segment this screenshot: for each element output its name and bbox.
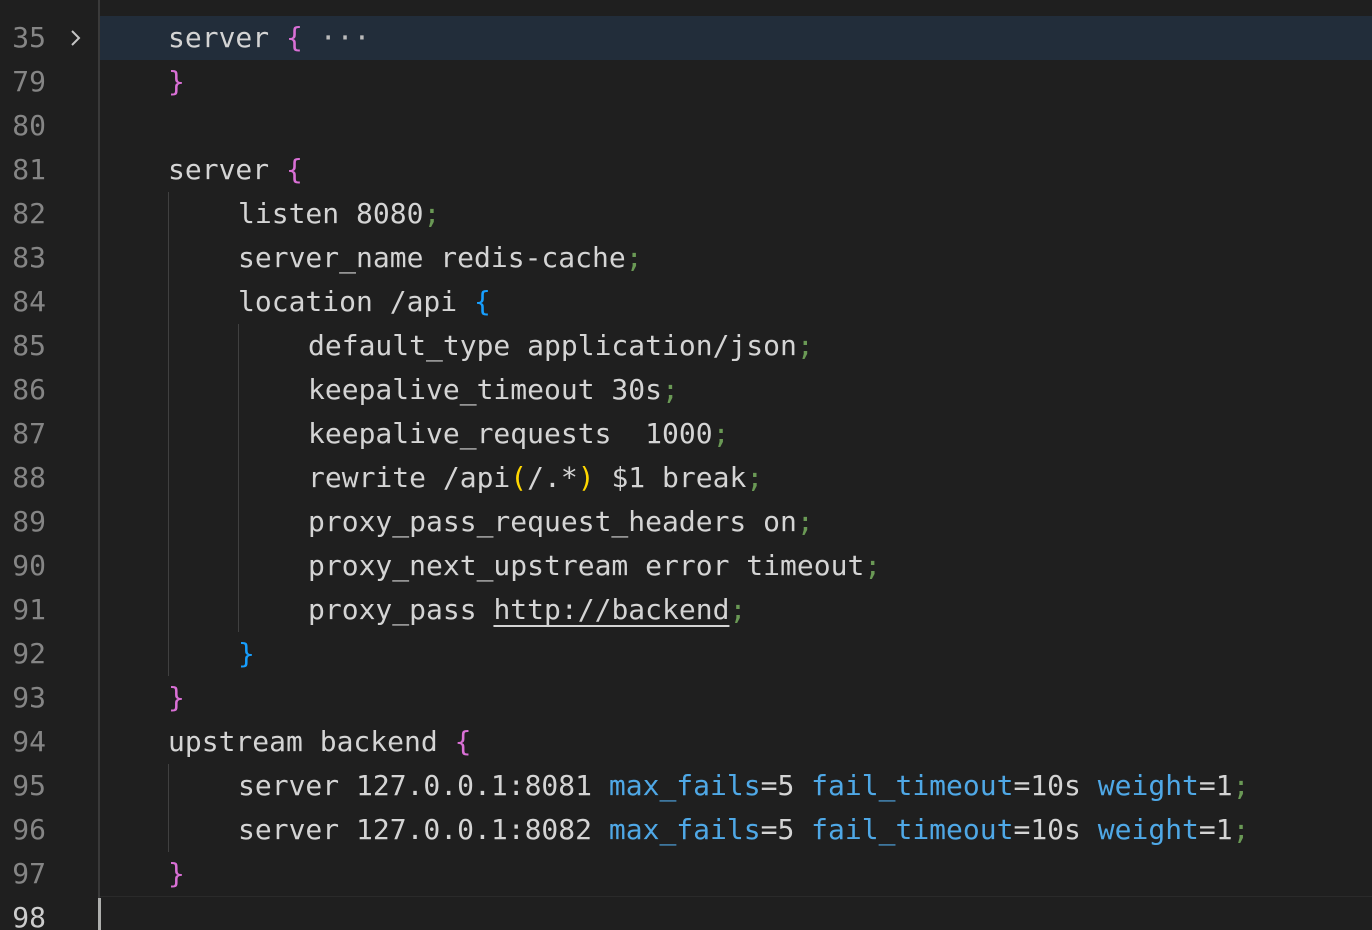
directive: server (168, 21, 287, 54)
code-line-80[interactable]: 80 (0, 104, 1372, 148)
directive: keepalive_timeout 30s (308, 373, 663, 406)
directive: server 127.0.0.1:8081 (238, 769, 609, 802)
code-line-91[interactable]: 91 proxy_pass http://backend; (0, 588, 1372, 632)
open-brace: { (454, 725, 472, 758)
semicolon: ; (746, 461, 764, 494)
directive: keepalive_requests 1000 (308, 417, 713, 450)
code-line-85[interactable]: 85 default_type application/json; (0, 324, 1372, 368)
code-line-88[interactable]: 88 rewrite /api(/.*) $1 break; (0, 456, 1372, 500)
param-name: max_fails (608, 813, 761, 846)
param-name: weight (1097, 769, 1199, 802)
chevron-right-icon[interactable] (64, 16, 88, 60)
semicolon: ; (1232, 813, 1250, 846)
param-name: fail_timeout (811, 813, 1014, 846)
line-number: 94 (12, 725, 46, 758)
param-value: =5 (760, 813, 812, 846)
semicolon: ; (662, 373, 679, 406)
param-value: =1 (1198, 769, 1233, 802)
line-number: 82 (12, 197, 46, 230)
semicolon: ; (864, 549, 882, 582)
semicolon: ; (729, 593, 747, 626)
code-line-98[interactable]: 98 (0, 896, 1372, 930)
param-name: weight (1097, 813, 1199, 846)
url-link[interactable]: http://backend (493, 593, 729, 626)
code-line-97[interactable]: 97 } (0, 852, 1372, 896)
line-number: 90 (12, 549, 46, 582)
line-number: 96 (12, 813, 46, 846)
directive: location /api (238, 285, 475, 318)
code-line-94[interactable]: 94 upstream backend { (0, 720, 1372, 764)
directive: proxy_pass_request_headers on (308, 505, 797, 538)
line-number: 79 (12, 65, 46, 98)
line-number: 87 (12, 417, 46, 450)
code-editor[interactable]: 35 server { ··· 79 } 80 81 server { 82 l… (0, 0, 1372, 930)
code-line-86[interactable]: 86 keepalive_timeout 30s; (0, 368, 1372, 412)
code-line-83[interactable]: 83 server_name redis-cache; (0, 236, 1372, 280)
code-line-82[interactable]: 82 listen 8080; (0, 192, 1372, 236)
regex: /.* (527, 461, 578, 494)
code-line-87[interactable]: 87 keepalive_requests 1000; (0, 412, 1372, 456)
text-cursor (98, 898, 101, 930)
code-line-79[interactable]: 79 } (0, 60, 1372, 104)
directive: rewrite /api (308, 461, 511, 494)
directive: listen 8080 (238, 197, 424, 230)
close-brace: } (238, 637, 255, 670)
directive: proxy_next_upstream error timeout (308, 549, 865, 582)
line-number: 83 (12, 241, 46, 274)
param-name: fail_timeout (811, 769, 1014, 802)
code-line-90[interactable]: 90 proxy_next_upstream error timeout; (0, 544, 1372, 588)
semicolon: ; (712, 417, 730, 450)
param-value: =10s (1013, 769, 1098, 802)
code-line-93[interactable]: 93 } (0, 676, 1372, 720)
close-brace: } (168, 65, 185, 98)
code-line-81[interactable]: 81 server { (0, 148, 1372, 192)
directive: proxy_pass (308, 593, 494, 626)
code-line-92[interactable]: 92 } (0, 632, 1372, 676)
param-value: =5 (760, 769, 812, 802)
param-name: max_fails (608, 769, 761, 802)
code-line-96[interactable]: 96 server 127.0.0.1:8082 max_fails=5 fai… (0, 808, 1372, 852)
semicolon: ; (423, 197, 441, 230)
line-number: 89 (12, 505, 46, 538)
directive: server_name redis-cache (238, 241, 626, 274)
open-brace: { (286, 153, 303, 186)
rewrite-target: $1 break (594, 461, 747, 494)
line-number: 35 (12, 21, 46, 54)
open-brace: { (474, 285, 491, 318)
line-number: 86 (12, 373, 46, 406)
param-value: =10s (1013, 813, 1098, 846)
code-line-95[interactable]: 95 server 127.0.0.1:8081 max_fails=5 fai… (0, 764, 1372, 808)
directive: default_type application/json (308, 329, 797, 362)
directive: server 127.0.0.1:8082 (238, 813, 609, 846)
close-brace: } (168, 681, 185, 714)
line-number: 91 (12, 593, 46, 626)
line-number: 81 (12, 153, 46, 186)
code-line-84[interactable]: 84 location /api { (0, 280, 1372, 324)
open-paren: ( (510, 461, 528, 494)
line-number: 92 (12, 637, 46, 670)
line-number: 85 (12, 329, 46, 362)
line-number: 88 (12, 461, 46, 494)
line-number: 97 (12, 857, 46, 890)
semicolon: ; (1232, 769, 1250, 802)
param-value: =1 (1198, 813, 1233, 846)
semicolon: ; (625, 241, 643, 274)
line-number: 80 (12, 109, 46, 142)
line-number: 98 (12, 901, 46, 930)
semicolon: ; (796, 329, 814, 362)
code-line-89[interactable]: 89 proxy_pass_request_headers on; (0, 500, 1372, 544)
line-number: 93 (12, 681, 46, 714)
semicolon: ; (796, 505, 814, 538)
close-paren: ) (577, 461, 595, 494)
directive: upstream backend (168, 725, 455, 758)
folded-ellipsis[interactable]: ··· (320, 21, 371, 54)
line-number: 95 (12, 769, 46, 802)
line-number: 84 (12, 285, 46, 318)
code-line-35[interactable]: 35 server { ··· (0, 16, 1372, 60)
open-brace: { (286, 21, 303, 54)
directive: server (168, 153, 287, 186)
close-brace: } (168, 857, 185, 890)
